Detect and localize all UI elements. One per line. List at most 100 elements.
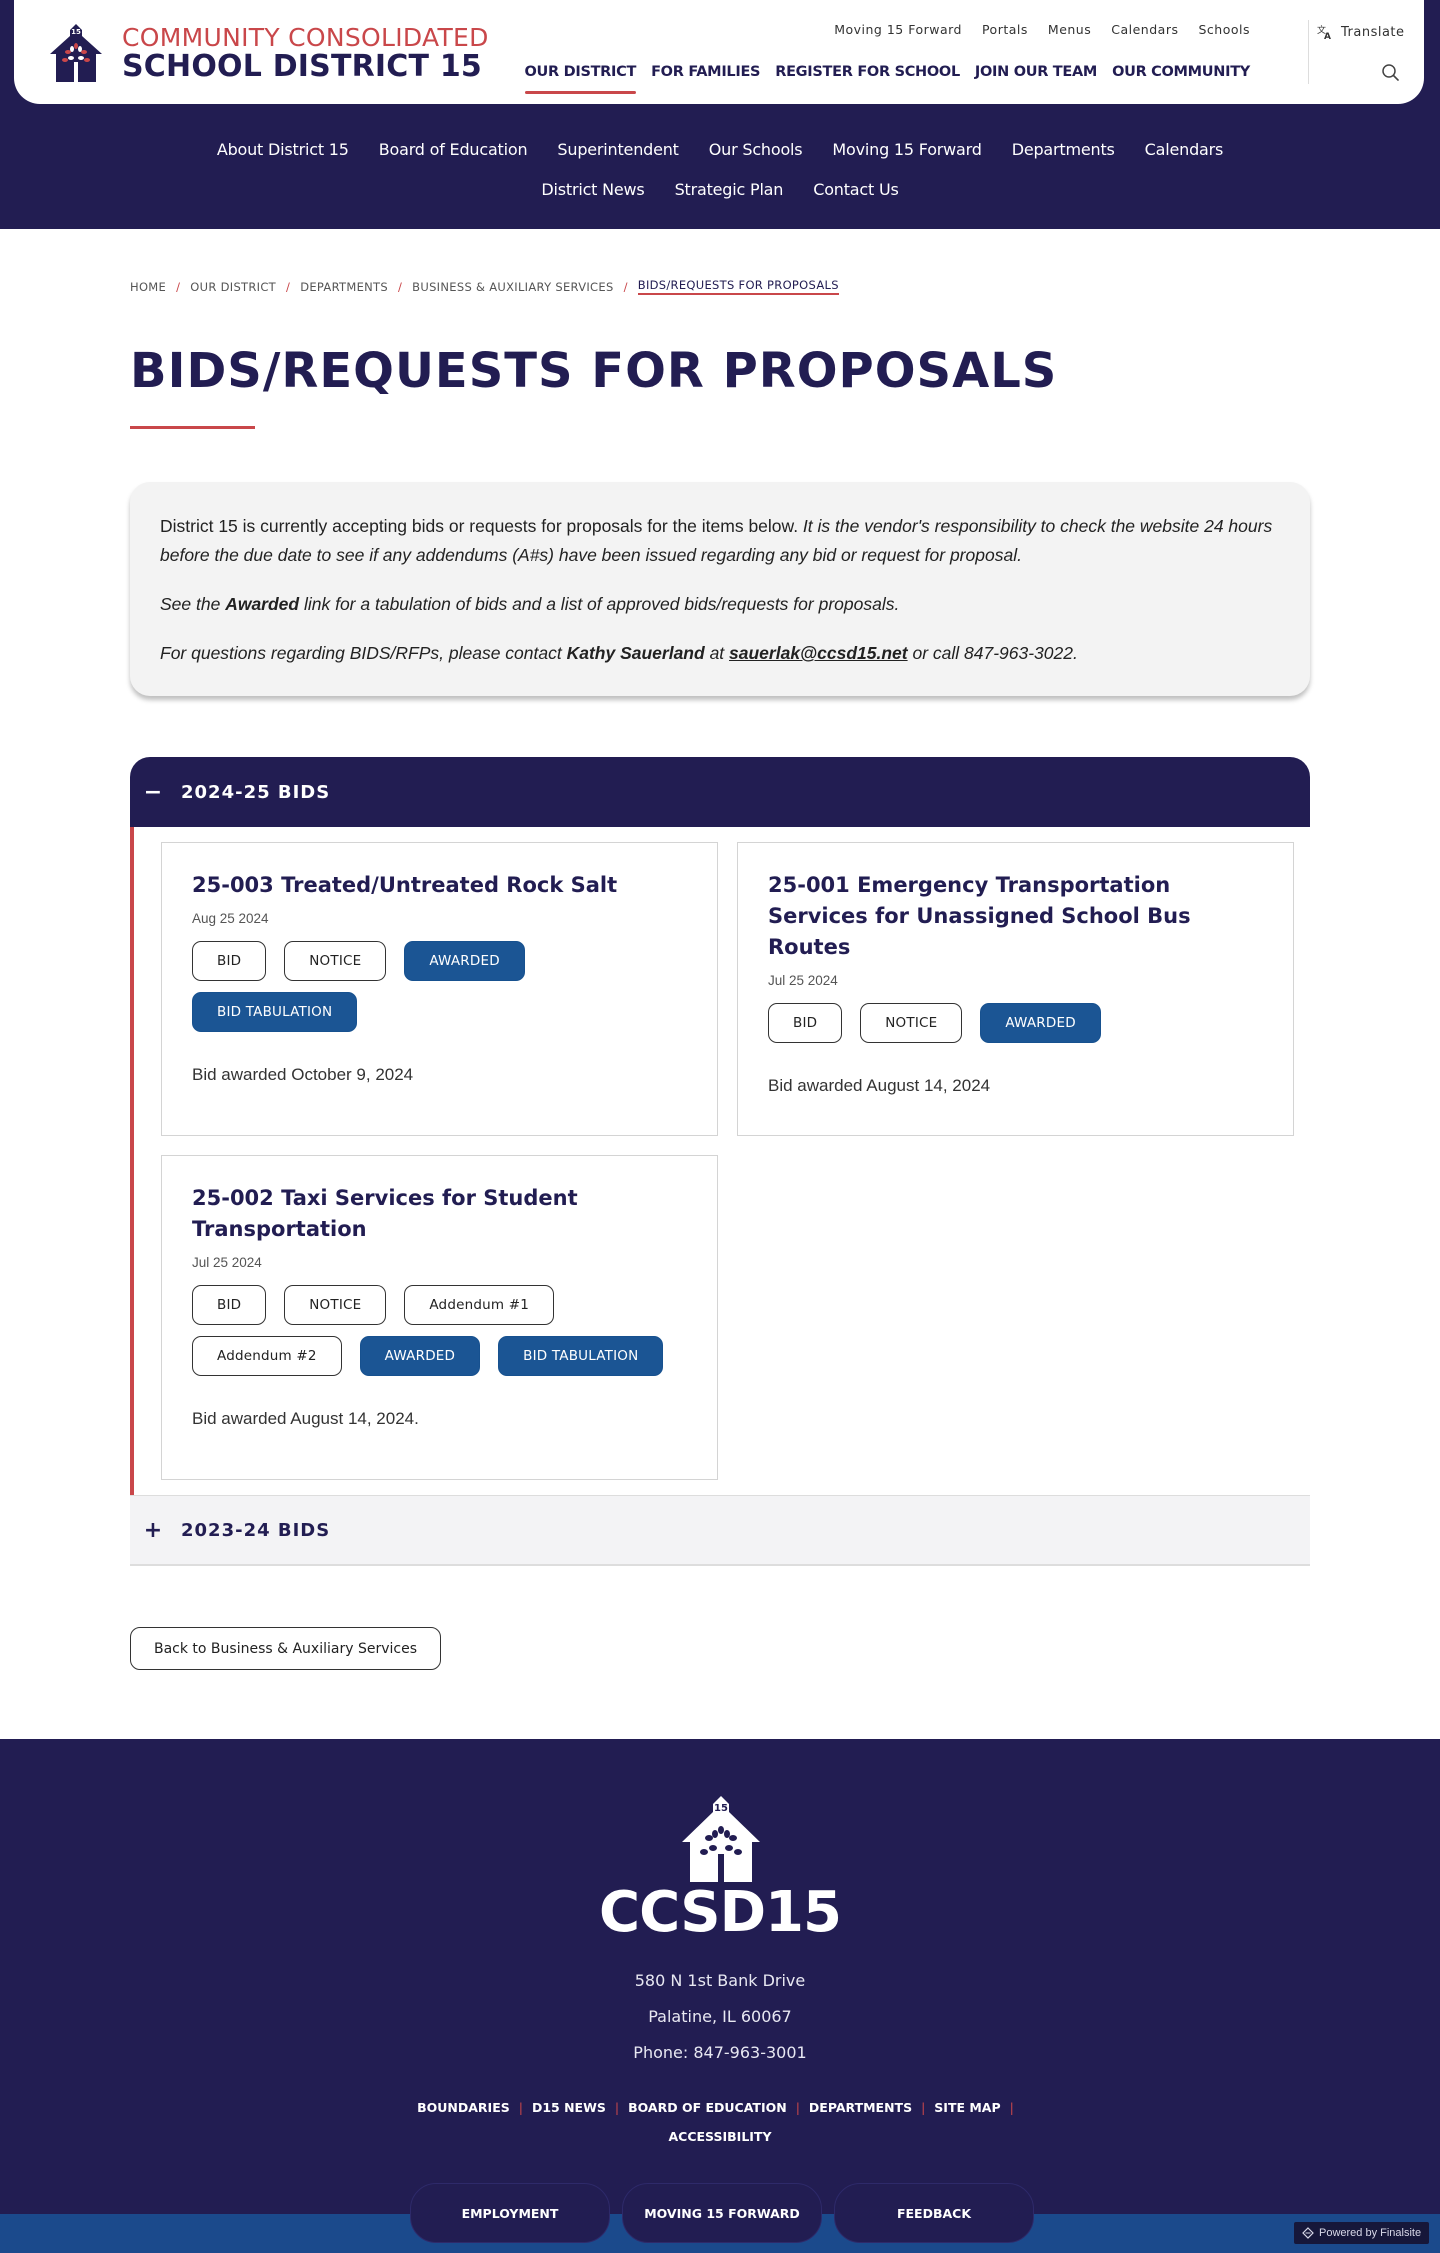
bid-card: 25-002 Taxi Services for Student Transpo… bbox=[161, 1155, 718, 1480]
accordion-header-2023-24[interactable]: + 2023-24 BIDS bbox=[130, 1495, 1310, 1566]
bid-tabulation-button[interactable]: BID TABULATION bbox=[498, 1336, 664, 1376]
logo-line-2: SCHOOL DISTRICT 15 bbox=[122, 48, 482, 84]
footer-feedback-button[interactable]: FEEDBACK bbox=[834, 2183, 1034, 2243]
schoolhouse-tree-logo-icon: 15 bbox=[50, 24, 102, 82]
powered-by-finalsite-badge[interactable]: Powered by Finalsite bbox=[1294, 2222, 1430, 2244]
awarded-document-button[interactable]: AWARDED bbox=[404, 941, 525, 981]
logo-line-1: COMMUNITY CONSOLIDATED bbox=[122, 22, 489, 52]
sub-nav-strategic-plan[interactable]: Strategic Plan bbox=[675, 170, 784, 210]
svg-text:A: A bbox=[1324, 32, 1331, 40]
bid-document-button[interactable]: BID bbox=[192, 1285, 267, 1325]
footer-link-boundaries[interactable]: BOUNDARIES bbox=[417, 2100, 510, 2115]
awarded-emphasis: Awarded bbox=[225, 594, 300, 614]
footer-link-accessibility[interactable]: ACCESSIBILITY bbox=[668, 2129, 771, 2144]
breadcrumb-current: BIDS/REQUESTS FOR PROPOSALS bbox=[637, 278, 839, 295]
sub-nav-board-of-education[interactable]: Board of Education bbox=[379, 130, 528, 170]
breadcrumb-departments[interactable]: DEPARTMENTS bbox=[300, 280, 388, 294]
sub-nav-moving-15-forward[interactable]: Moving 15 Forward bbox=[832, 130, 981, 170]
utility-link-portals[interactable]: Portals bbox=[982, 22, 1028, 37]
footer-link-board-of-education[interactable]: BOARD OF EDUCATION bbox=[628, 2100, 787, 2115]
intro-text: or call 847-963-3022. bbox=[907, 643, 1078, 663]
breadcrumb-separator: / bbox=[286, 279, 291, 294]
bid-date: Jul 25 2024 bbox=[192, 1255, 262, 1270]
addendum-1-button[interactable]: Addendum #1 bbox=[404, 1285, 555, 1325]
bid-document-buttons: BID NOTICE AWARDED BID TABULATION bbox=[192, 941, 687, 1032]
footer-link-separator: | bbox=[1009, 2100, 1014, 2115]
bid-document-button[interactable]: BID bbox=[768, 1003, 843, 1043]
page-title: BIDS/REQUESTS FOR PROPOSALS bbox=[130, 343, 1058, 399]
main-nav-join-our-team[interactable]: JOIN OUR TEAM bbox=[975, 64, 1097, 94]
utility-link-schools[interactable]: Schools bbox=[1198, 22, 1250, 37]
footer-link-separator: | bbox=[795, 2100, 800, 2115]
utility-link-moving-15-forward[interactable]: Moving 15 Forward bbox=[834, 22, 962, 37]
bid-award-note: Bid awarded August 14, 2024 bbox=[768, 1076, 991, 1095]
expand-plus-icon: + bbox=[143, 1517, 163, 1543]
bid-document-button[interactable]: BID bbox=[192, 941, 267, 981]
footer-link-departments[interactable]: DEPARTMENTS bbox=[809, 2100, 912, 2115]
bid-title: 25-002 Taxi Services for Student Transpo… bbox=[192, 1186, 578, 1241]
footer-brand: CCSD15 bbox=[599, 1880, 842, 1945]
sub-nav-superintendent[interactable]: Superintendent bbox=[557, 130, 679, 170]
footer-link-separator: | bbox=[518, 2100, 523, 2115]
awarded-document-button[interactable]: AWARDED bbox=[980, 1003, 1101, 1043]
intro-text: at bbox=[704, 643, 730, 663]
footer-employment-button[interactable]: EMPLOYMENT bbox=[410, 2183, 610, 2243]
utility-link-menus[interactable]: Menus bbox=[1048, 22, 1091, 37]
back-to-business-services-button[interactable]: Back to Business & Auxiliary Services bbox=[130, 1627, 441, 1670]
breadcrumb-our-district[interactable]: OUR DISTRICT bbox=[190, 280, 276, 294]
bid-card: 25-003 Treated/Untreated Rock Salt Aug 2… bbox=[161, 842, 718, 1136]
footer-phone: Phone: 847-963-3001 bbox=[633, 2043, 807, 2062]
search-button[interactable] bbox=[1381, 62, 1401, 84]
sub-nav-calendars[interactable]: Calendars bbox=[1145, 130, 1224, 170]
title-underline bbox=[130, 426, 255, 429]
main-nav-our-district[interactable]: OUR DISTRICT bbox=[524, 64, 636, 94]
powered-by-label: Powered by Finalsite bbox=[1319, 2227, 1422, 2239]
footer-link-site-map[interactable]: SITE MAP bbox=[934, 2100, 1000, 2115]
utility-link-calendars[interactable]: Calendars bbox=[1111, 22, 1178, 37]
contact-email-link[interactable]: sauerlak@ccsd15.net bbox=[729, 643, 908, 663]
accordion-title: 2023-24 BIDS bbox=[181, 1519, 331, 1541]
translate-button[interactable]: 文 A Translate bbox=[1317, 24, 1405, 40]
breadcrumb-separator: / bbox=[176, 279, 181, 294]
sub-nav-contact-us[interactable]: Contact Us bbox=[813, 170, 899, 210]
notice-document-button[interactable]: NOTICE bbox=[284, 1285, 387, 1325]
breadcrumb-business-auxiliary-services[interactable]: BUSINESS & AUXILIARY SERVICES bbox=[412, 280, 613, 294]
main-nav-register-for-school[interactable]: REGISTER FOR SCHOOL bbox=[775, 64, 960, 94]
contact-name: Kathy Sauerland bbox=[566, 643, 705, 663]
sub-nav-our-schools[interactable]: Our Schools bbox=[709, 130, 803, 170]
sub-nav-departments[interactable]: Departments bbox=[1012, 130, 1115, 170]
sub-nav-district-news[interactable]: District News bbox=[541, 170, 644, 210]
main-nav-for-families[interactable]: FOR FAMILIES bbox=[651, 64, 760, 94]
footer-link-separator: | bbox=[614, 2100, 620, 2115]
header-divider bbox=[1308, 20, 1309, 84]
bid-card: 25-001 Emergency Transportation Services… bbox=[737, 842, 1294, 1136]
bid-title: 25-003 Treated/Untreated Rock Salt bbox=[192, 873, 618, 897]
awarded-document-button[interactable]: AWARDED bbox=[359, 1336, 481, 1376]
collapse-minus-icon: − bbox=[143, 779, 163, 805]
notice-document-button[interactable]: NOTICE bbox=[284, 941, 387, 981]
svg-text:15: 15 bbox=[71, 28, 81, 36]
accordion-header-2024-25[interactable]: − 2024-25 BIDS bbox=[130, 757, 1310, 827]
accordion-title: 2024-25 BIDS bbox=[181, 781, 331, 803]
translate-icon: 文 A bbox=[1317, 24, 1331, 40]
notice-document-button[interactable]: NOTICE bbox=[860, 1003, 963, 1043]
footer-link-d15-news[interactable]: D15 NEWS bbox=[532, 2100, 606, 2115]
sub-nav-about-district-15[interactable]: About District 15 bbox=[217, 130, 349, 170]
bid-award-note: Bid awarded October 9, 2024 bbox=[192, 1065, 414, 1084]
bid-document-buttons: BID NOTICE Addendum #1 Addendum #2 AWARD… bbox=[192, 1285, 687, 1376]
breadcrumb: HOME / OUR DISTRICT / DEPARTMENTS / BUSI… bbox=[130, 278, 839, 295]
breadcrumb-separator: / bbox=[623, 279, 628, 294]
site-header: 15 COMMUNITY CONSOLIDATED SCHOOL DISTRIC… bbox=[14, 0, 1424, 104]
district-logo-link[interactable]: 15 COMMUNITY CONSOLIDATED SCHOOL DISTRIC… bbox=[46, 22, 489, 84]
breadcrumb-home[interactable]: HOME bbox=[130, 280, 166, 294]
footer-moving-15-forward-button[interactable]: MOVING 15 FORWARD bbox=[622, 2183, 822, 2243]
addendum-2-button[interactable]: Addendum #2 bbox=[192, 1336, 342, 1376]
bid-award-note: Bid awarded August 14, 2024. bbox=[192, 1409, 419, 1428]
bid-tabulation-button[interactable]: BID TABULATION bbox=[192, 992, 358, 1032]
main-nav-our-community[interactable]: OUR COMMUNITY bbox=[1112, 64, 1250, 94]
footer-address-line-2: Palatine, IL 60067 bbox=[648, 2007, 792, 2026]
footer-quick-links: EMPLOYMENT MOVING 15 FORWARD FEEDBACK bbox=[410, 2183, 1034, 2243]
translate-label: Translate bbox=[1341, 24, 1405, 40]
footer-links: BOUNDARIES | D15 NEWS | BOARD OF EDUCATION… bbox=[400, 2100, 1040, 2144]
bid-document-buttons: BID NOTICE AWARDED bbox=[768, 1003, 1263, 1043]
